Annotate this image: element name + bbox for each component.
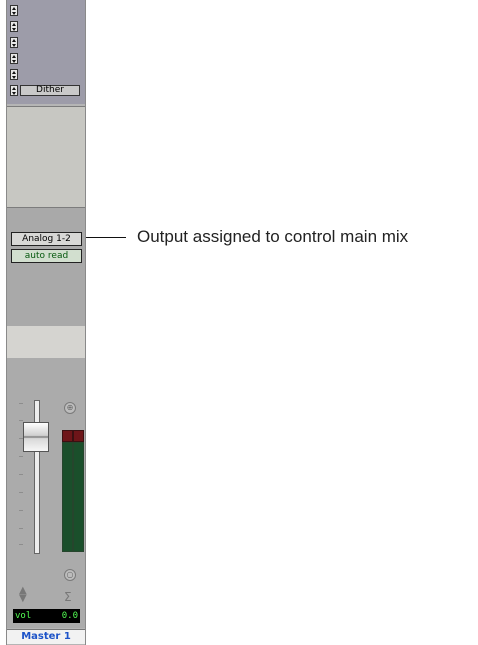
meter-clip-right bbox=[73, 430, 84, 442]
sends-section bbox=[7, 106, 85, 208]
callout-text: Output assigned to control main mix bbox=[137, 227, 409, 246]
scale-tick bbox=[19, 403, 23, 404]
insert-row bbox=[10, 21, 82, 32]
insert-row bbox=[10, 37, 82, 48]
meter-right bbox=[73, 442, 84, 552]
insert-section: Dither bbox=[7, 0, 85, 104]
group-icon[interactable]: ○ bbox=[64, 569, 76, 581]
output-selector[interactable]: Analog 1-2 bbox=[11, 232, 82, 246]
scale-tick bbox=[19, 420, 23, 421]
volume-label: vol bbox=[15, 611, 32, 621]
insert-up-down-arrow-icon[interactable] bbox=[10, 85, 18, 96]
insert-up-down-arrow-icon[interactable] bbox=[10, 53, 18, 64]
insert-row bbox=[10, 5, 82, 16]
volume-fader-handle[interactable] bbox=[23, 422, 49, 452]
scale-tick bbox=[19, 510, 23, 511]
track-name[interactable]: Master 1 bbox=[7, 629, 85, 644]
callout-line bbox=[86, 237, 126, 238]
insert-up-down-arrow-icon[interactable] bbox=[10, 69, 18, 80]
master-channel-strip: Dither Analog 1-2 auto read ⊕ ○ ▲ ▼ Σ vol… bbox=[6, 0, 86, 645]
pan-knob-icon[interactable]: ⊕ bbox=[64, 402, 76, 414]
io-section: Analog 1-2 auto read bbox=[7, 208, 85, 326]
strip-divider bbox=[7, 326, 85, 358]
scale-tick bbox=[19, 474, 23, 475]
scale-tick bbox=[19, 528, 23, 529]
scale-tick bbox=[19, 544, 23, 545]
insert-up-down-arrow-icon[interactable] bbox=[10, 37, 18, 48]
meter-left bbox=[62, 442, 73, 552]
fader-section: ⊕ ○ ▲ ▼ Σ vol 0.0 bbox=[7, 358, 85, 628]
insert-slot-dither[interactable]: Dither bbox=[20, 85, 80, 96]
automation-mode[interactable]: auto read bbox=[11, 249, 82, 263]
insert-row bbox=[10, 69, 82, 80]
volume-value: 0.0 bbox=[61, 611, 78, 621]
insert-row bbox=[10, 53, 82, 64]
scale-tick bbox=[19, 456, 23, 457]
scale-tick bbox=[19, 492, 23, 493]
sigma-icon: Σ bbox=[64, 590, 72, 604]
insert-up-down-arrow-icon[interactable] bbox=[10, 5, 18, 16]
meter-clip-left bbox=[62, 430, 73, 442]
volume-readout: vol 0.0 bbox=[13, 609, 80, 623]
up-down-arrow-icon[interactable]: ▲ ▼ bbox=[19, 586, 27, 604]
insert-up-down-arrow-icon[interactable] bbox=[10, 21, 18, 32]
insert-row: Dither bbox=[10, 85, 82, 96]
